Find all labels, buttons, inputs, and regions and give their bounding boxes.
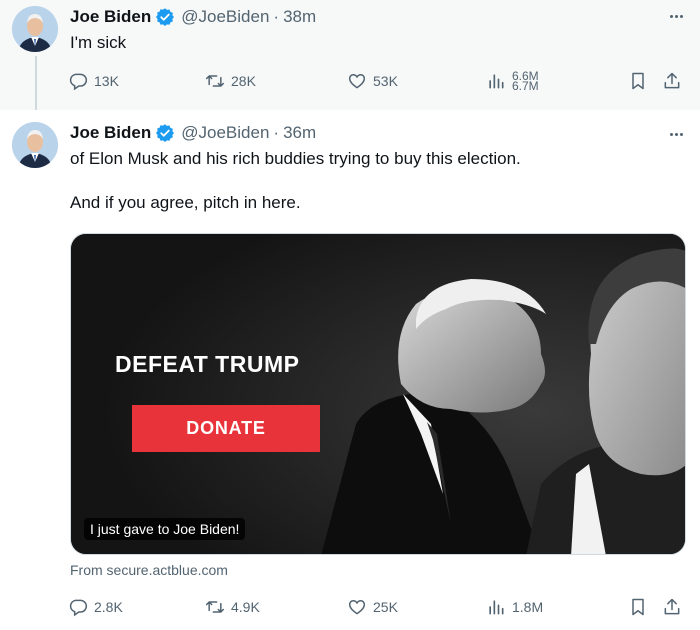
bookmark-icon: [632, 72, 644, 90]
bookmark-icon: [632, 598, 644, 616]
separator: ·: [273, 7, 280, 26]
views-count: 1.8M: [512, 599, 544, 615]
action-bar: 13K 28K 53K 6.6M 6.7M: [62, 66, 692, 96]
author-handle[interactable]: @JoeBiden: [181, 7, 269, 27]
views-chart-icon: [489, 74, 504, 89]
heart-icon: [348, 599, 366, 615]
reply-button[interactable]: 13K: [68, 66, 119, 96]
verified-badge-icon: [156, 8, 175, 26]
retweet-button[interactable]: 4.9K: [205, 592, 260, 622]
retweet-count: 4.9K: [231, 599, 260, 615]
tweet[interactable]: Joe Biden @JoeBiden · 38m I'm sick 13K 2…: [0, 0, 700, 116]
reply-icon: [69, 73, 88, 91]
retweet-button[interactable]: 28K: [205, 66, 256, 96]
like-button[interactable]: 25K: [347, 592, 398, 622]
link-source[interactable]: From secure.actblue.com: [70, 562, 228, 578]
action-bar: 2.8K 4.9K 25K 1.8M: [62, 592, 692, 622]
tweet-header: Joe Biden @JoeBiden · 38m: [70, 5, 316, 29]
heart-icon: [348, 73, 366, 89]
reply-icon: [69, 599, 88, 617]
author-name[interactable]: Joe Biden: [70, 123, 151, 143]
like-button[interactable]: 53K: [347, 66, 398, 96]
author-name[interactable]: Joe Biden: [70, 7, 151, 27]
avatar[interactable]: [12, 122, 58, 168]
share-icon: [664, 598, 680, 615]
thread-connector: [35, 56, 37, 116]
reply-button[interactable]: 2.8K: [68, 592, 123, 622]
campaign-headline: DEFEAT TRUMP: [115, 351, 300, 377]
like-count: 53K: [373, 73, 398, 89]
donate-button[interactable]: DONATE: [132, 405, 320, 452]
views-button[interactable]: 1.8M: [486, 592, 543, 622]
views-button[interactable]: 6.6M 6.7M: [486, 66, 539, 96]
reply-count: 2.8K: [94, 599, 123, 615]
timestamp[interactable]: 36m: [283, 123, 316, 143]
share-button[interactable]: [662, 66, 682, 96]
separator: ·: [273, 123, 280, 142]
share-icon: [664, 72, 680, 89]
share-button[interactable]: [662, 592, 682, 622]
more-icon[interactable]: [666, 127, 686, 141]
tweet-text: I'm sick: [70, 33, 127, 52]
tweet[interactable]: Joe Biden @JoeBiden · 36m of Elon Musk a…: [0, 110, 700, 630]
verified-badge-icon: [156, 124, 175, 142]
retweet-count: 28K: [231, 73, 256, 89]
views-count-incoming: 6.7M: [512, 81, 539, 91]
media-card[interactable]: DEFEAT TRUMP DONATE I just gave to Joe B…: [70, 233, 686, 555]
author-handle[interactable]: @JoeBiden: [181, 123, 269, 143]
tweet-header: Joe Biden @JoeBiden · 36m: [70, 121, 316, 145]
media-caption: I just gave to Joe Biden!: [84, 518, 246, 540]
views-count-outgoing: 6.6M: [512, 71, 539, 81]
views-count-rolling: 6.6M 6.7M: [512, 66, 539, 96]
like-count: 25K: [373, 599, 398, 615]
retweet-icon: [205, 601, 225, 613]
campaign-photo: [71, 234, 685, 554]
bookmark-button[interactable]: [628, 592, 648, 622]
bookmark-button[interactable]: [628, 66, 648, 96]
timestamp[interactable]: 38m: [283, 7, 316, 27]
avatar[interactable]: [12, 6, 58, 52]
reply-count: 13K: [94, 73, 119, 89]
more-icon[interactable]: [666, 9, 686, 23]
retweet-icon: [205, 75, 225, 87]
views-chart-icon: [489, 600, 504, 615]
tweet-text: of Elon Musk and his rich buddies trying…: [70, 149, 521, 212]
